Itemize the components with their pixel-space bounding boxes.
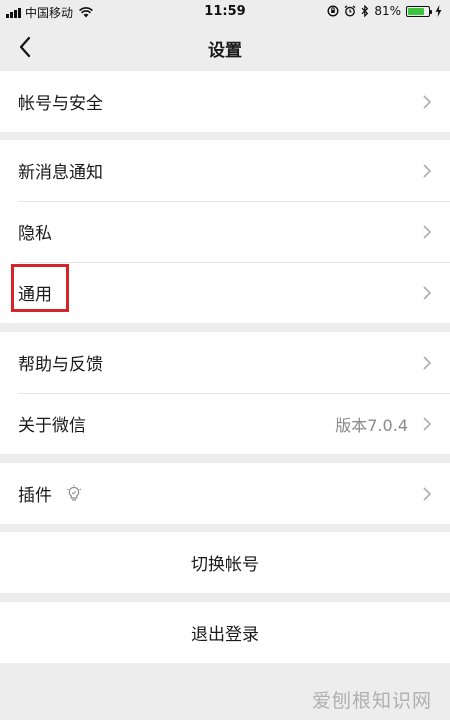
back-button[interactable] bbox=[14, 34, 38, 60]
row-new-message-notify[interactable]: 新消息通知 bbox=[0, 140, 450, 201]
row-account-security[interactable]: 帐号与安全 bbox=[0, 71, 450, 132]
group-logout: 退出登录 bbox=[0, 602, 450, 663]
group-help-about: 帮助与反馈 关于微信 版本7.0.4 bbox=[0, 332, 450, 454]
chevron-right-icon bbox=[423, 225, 432, 239]
chevron-right-icon bbox=[423, 286, 432, 300]
row-label: 帐号与安全 bbox=[18, 94, 103, 114]
alarm-icon bbox=[344, 5, 356, 17]
group-switch-account: 切换帐号 bbox=[0, 532, 450, 593]
group-general: 新消息通知 隐私 通用 bbox=[0, 140, 450, 323]
row-label: 新消息通知 bbox=[18, 163, 103, 183]
row-label: 隐私 bbox=[18, 224, 52, 244]
logout-label: 退出登录 bbox=[191, 625, 259, 645]
battery-percent: 81% bbox=[374, 4, 401, 18]
battery-level bbox=[408, 7, 425, 15]
signal-icon bbox=[6, 7, 21, 18]
rotation-lock-icon bbox=[327, 5, 339, 17]
row-label: 插件 bbox=[18, 486, 52, 506]
switch-account-label: 切换帐号 bbox=[191, 555, 259, 575]
chevron-right-icon bbox=[423, 95, 432, 109]
wifi-icon bbox=[79, 7, 93, 18]
chevron-right-icon bbox=[423, 164, 432, 178]
chevron-right-icon bbox=[423, 417, 432, 431]
row-privacy[interactable]: 隐私 bbox=[0, 201, 450, 262]
page-title: 设置 bbox=[208, 41, 242, 61]
row-about-wechat[interactable]: 关于微信 版本7.0.4 bbox=[0, 393, 450, 454]
bluetooth-icon bbox=[361, 5, 369, 17]
watermark-text: 爱刨根知识网 bbox=[311, 690, 432, 712]
group-plugins: 插件 bbox=[0, 463, 450, 524]
status-bar: 中国移动 11:59 81% bbox=[0, 0, 450, 24]
carrier-name: 中国移动 bbox=[25, 6, 74, 20]
nav-bar: 设置 bbox=[0, 24, 450, 70]
battery-icon bbox=[406, 5, 432, 17]
row-help-feedback[interactable]: 帮助与反馈 bbox=[0, 332, 450, 393]
row-plugins[interactable]: 插件 bbox=[0, 463, 450, 524]
lightbulb-icon bbox=[66, 485, 82, 501]
chevron-right-icon bbox=[423, 356, 432, 370]
version-value: 版本7.0.4 bbox=[335, 415, 408, 435]
status-right: 81% bbox=[327, 4, 442, 18]
row-general[interactable]: 通用 bbox=[0, 262, 450, 323]
row-label: 关于微信 bbox=[18, 416, 86, 436]
switch-account-button[interactable]: 切换帐号 bbox=[0, 532, 450, 593]
chevron-right-icon bbox=[423, 487, 432, 501]
row-label: 通用 bbox=[18, 285, 52, 305]
charging-icon bbox=[435, 5, 442, 17]
row-label: 帮助与反馈 bbox=[18, 355, 103, 375]
group-account: 帐号与安全 bbox=[0, 71, 450, 132]
status-left: 中国移动 bbox=[6, 4, 93, 21]
logout-button[interactable]: 退出登录 bbox=[0, 602, 450, 663]
